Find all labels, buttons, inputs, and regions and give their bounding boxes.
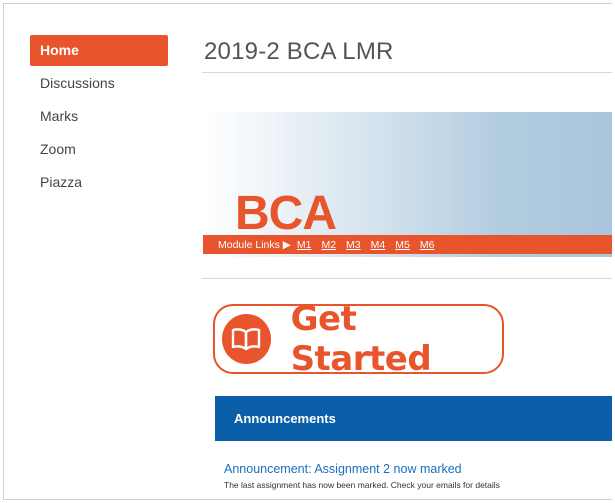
course-page: Home Discussions Marks Zoom Piazza 2019-… bbox=[3, 3, 612, 500]
course-banner: BCA Module Links ▶ M1 M2 M3 M4 M5 M6 bbox=[203, 112, 612, 257]
module-links-label: Module Links ▶ bbox=[218, 238, 291, 251]
module-link-m4[interactable]: M4 bbox=[371, 239, 386, 251]
banner-title: BCA bbox=[235, 187, 337, 240]
module-link-m6[interactable]: M6 bbox=[420, 239, 435, 251]
announcements-header: Announcements bbox=[215, 396, 612, 441]
get-started-label: Get Started bbox=[290, 299, 432, 379]
divider bbox=[202, 278, 612, 279]
nav-item-marks[interactable]: Marks bbox=[30, 101, 175, 132]
nav-item-home[interactable]: Home bbox=[30, 35, 168, 66]
nav-item-discussions[interactable]: Discussions bbox=[30, 68, 175, 99]
divider bbox=[202, 72, 612, 73]
module-link-m2[interactable]: M2 bbox=[321, 239, 336, 251]
module-link-m3[interactable]: M3 bbox=[346, 239, 361, 251]
get-started-button[interactable]: Get Started bbox=[213, 299, 504, 379]
course-nav: Home Discussions Marks Zoom Piazza bbox=[30, 35, 175, 200]
nav-item-zoom[interactable]: Zoom bbox=[30, 134, 175, 165]
announcements-heading: Announcements bbox=[234, 411, 336, 426]
page-title: 2019-2 BCA LMR bbox=[204, 38, 394, 65]
announcement-link[interactable]: Announcement: Assignment 2 now marked bbox=[224, 462, 462, 476]
nav-item-piazza[interactable]: Piazza bbox=[30, 167, 175, 198]
module-link-m5[interactable]: M5 bbox=[395, 239, 410, 251]
book-icon bbox=[222, 314, 271, 364]
module-links-bar: Module Links ▶ M1 M2 M3 M4 M5 M6 bbox=[203, 235, 612, 254]
module-link-m1[interactable]: M1 bbox=[297, 239, 312, 251]
announcement-description: The last assignment has now been marked.… bbox=[224, 480, 500, 490]
